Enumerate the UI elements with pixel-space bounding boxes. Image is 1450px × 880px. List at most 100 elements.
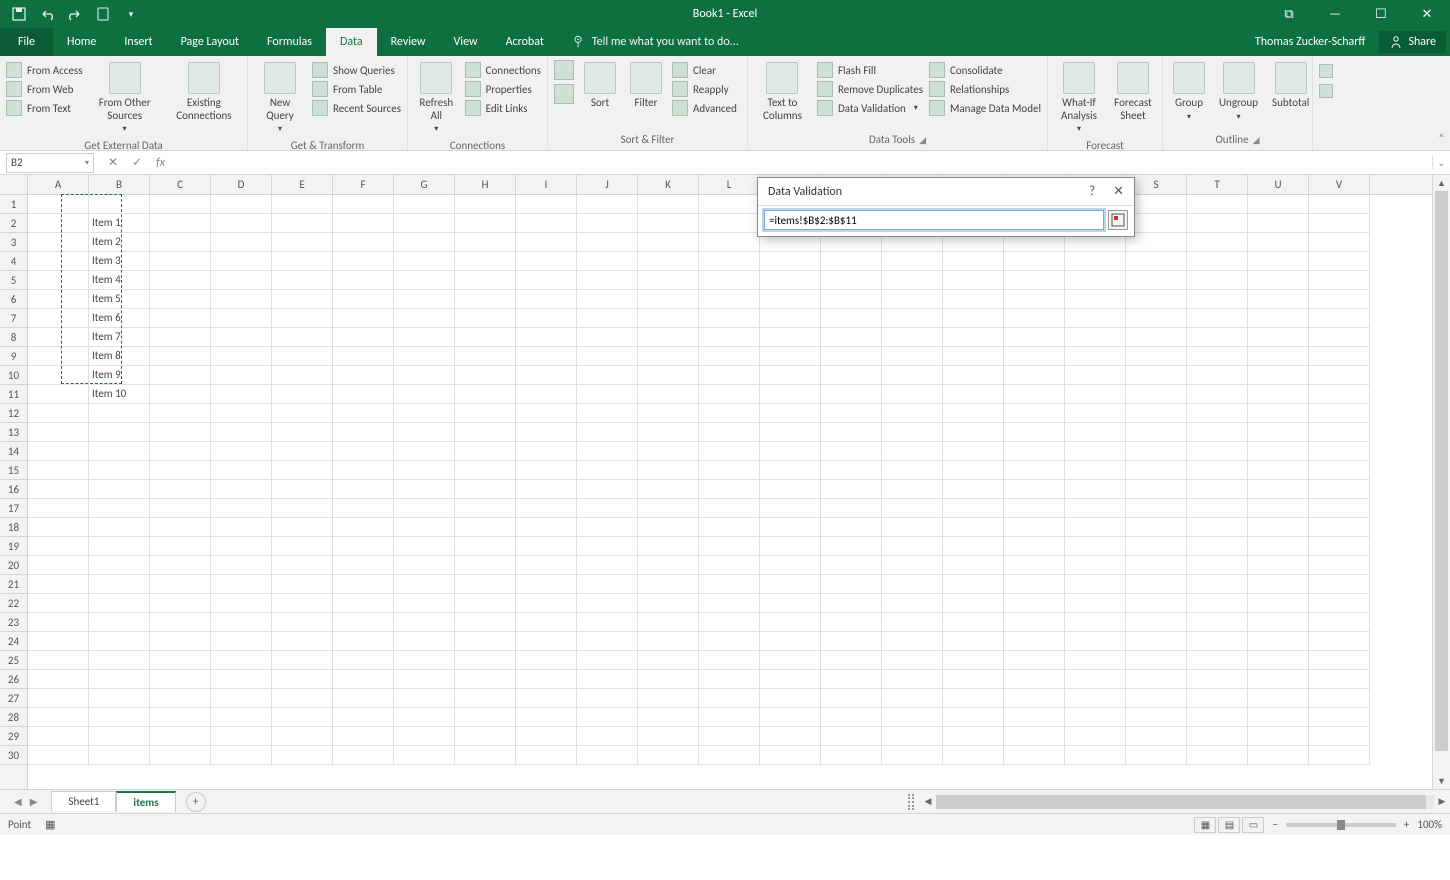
row-header-5[interactable]: 5	[0, 271, 27, 290]
cell-D26[interactable]	[211, 670, 272, 689]
row-header-7[interactable]: 7	[0, 309, 27, 328]
cell-V3[interactable]	[1309, 233, 1370, 252]
cell-P20[interactable]	[943, 556, 1004, 575]
cell-I6[interactable]	[516, 290, 577, 309]
cell-I9[interactable]	[516, 347, 577, 366]
cell-P9[interactable]	[943, 347, 1004, 366]
cell-A17[interactable]	[28, 499, 89, 518]
tab-file[interactable]: File	[0, 28, 53, 56]
cell-M20[interactable]	[760, 556, 821, 575]
cell-D10[interactable]	[211, 366, 272, 385]
cell-R24[interactable]	[1065, 632, 1126, 651]
cell-K25[interactable]	[638, 651, 699, 670]
save-icon[interactable]	[8, 3, 30, 25]
cell-J1[interactable]	[577, 195, 638, 214]
cell-M18[interactable]	[760, 518, 821, 537]
cell-G29[interactable]	[394, 727, 455, 746]
cell-B28[interactable]	[89, 708, 150, 727]
cell-C27[interactable]	[150, 689, 211, 708]
cell-P22[interactable]	[943, 594, 1004, 613]
row-header-19[interactable]: 19	[0, 537, 27, 556]
cell-U19[interactable]	[1248, 537, 1309, 556]
cell-J8[interactable]	[577, 328, 638, 347]
cell-N23[interactable]	[821, 613, 882, 632]
cell-G30[interactable]	[394, 746, 455, 765]
cell-D18[interactable]	[211, 518, 272, 537]
close-window-button[interactable]: ✕	[1404, 0, 1450, 28]
cell-M22[interactable]	[760, 594, 821, 613]
cell-H4[interactable]	[455, 252, 516, 271]
tab-review[interactable]: Review	[377, 28, 440, 56]
cell-M28[interactable]	[760, 708, 821, 727]
row-header-9[interactable]: 9	[0, 347, 27, 366]
cell-A3[interactable]	[28, 233, 89, 252]
cell-K16[interactable]	[638, 480, 699, 499]
cell-V15[interactable]	[1309, 461, 1370, 480]
row-header-6[interactable]: 6	[0, 290, 27, 309]
cell-V24[interactable]	[1309, 632, 1370, 651]
cell-B26[interactable]	[89, 670, 150, 689]
cell-F23[interactable]	[333, 613, 394, 632]
cell-P11[interactable]	[943, 385, 1004, 404]
cell-O23[interactable]	[882, 613, 943, 632]
cell-H8[interactable]	[455, 328, 516, 347]
cell-T25[interactable]	[1187, 651, 1248, 670]
cell-S7[interactable]	[1126, 309, 1187, 328]
cell-T2[interactable]	[1187, 214, 1248, 233]
sheet-tab-sheet1[interactable]: Sheet1	[51, 791, 116, 811]
cell-H13[interactable]	[455, 423, 516, 442]
cell-T11[interactable]	[1187, 385, 1248, 404]
cell-C14[interactable]	[150, 442, 211, 461]
cell-N21[interactable]	[821, 575, 882, 594]
cell-C17[interactable]	[150, 499, 211, 518]
cell-A9[interactable]	[28, 347, 89, 366]
cell-B10[interactable]: Item 9	[89, 366, 150, 385]
cell-B6[interactable]: Item 5	[89, 290, 150, 309]
cell-N4[interactable]	[821, 252, 882, 271]
cell-E17[interactable]	[272, 499, 333, 518]
cell-L14[interactable]	[699, 442, 760, 461]
cell-G6[interactable]	[394, 290, 455, 309]
cell-V23[interactable]	[1309, 613, 1370, 632]
cell-T30[interactable]	[1187, 746, 1248, 765]
cell-C15[interactable]	[150, 461, 211, 480]
cell-H28[interactable]	[455, 708, 516, 727]
row-header-16[interactable]: 16	[0, 480, 27, 499]
cell-B7[interactable]: Item 6	[89, 309, 150, 328]
cell-J6[interactable]	[577, 290, 638, 309]
cell-R21[interactable]	[1065, 575, 1126, 594]
cell-D11[interactable]	[211, 385, 272, 404]
cell-D4[interactable]	[211, 252, 272, 271]
cell-T1[interactable]	[1187, 195, 1248, 214]
cell-S26[interactable]	[1126, 670, 1187, 689]
cell-P16[interactable]	[943, 480, 1004, 499]
cell-J7[interactable]	[577, 309, 638, 328]
maximize-button[interactable]: ☐	[1358, 0, 1404, 28]
cell-K3[interactable]	[638, 233, 699, 252]
row-header-27[interactable]: 27	[0, 689, 27, 708]
cell-B8[interactable]: Item 7	[89, 328, 150, 347]
cell-G26[interactable]	[394, 670, 455, 689]
cell-Q15[interactable]	[1004, 461, 1065, 480]
col-header-L[interactable]: L	[699, 175, 760, 194]
macro-record-icon[interactable]: ▦	[45, 818, 55, 831]
cell-B18[interactable]	[89, 518, 150, 537]
cell-K4[interactable]	[638, 252, 699, 271]
cell-S30[interactable]	[1126, 746, 1187, 765]
cell-E26[interactable]	[272, 670, 333, 689]
cell-C5[interactable]	[150, 271, 211, 290]
cell-V7[interactable]	[1309, 309, 1370, 328]
cell-E21[interactable]	[272, 575, 333, 594]
scroll-right-icon[interactable]: ▶	[1434, 796, 1450, 807]
cell-E11[interactable]	[272, 385, 333, 404]
cell-H7[interactable]	[455, 309, 516, 328]
cell-I13[interactable]	[516, 423, 577, 442]
cell-E18[interactable]	[272, 518, 333, 537]
cell-V25[interactable]	[1309, 651, 1370, 670]
subtotal-button[interactable]: Subtotal	[1268, 60, 1313, 112]
cell-K12[interactable]	[638, 404, 699, 423]
cell-Q4[interactable]	[1004, 252, 1065, 271]
advanced-filter-button[interactable]: Advanced	[672, 100, 737, 116]
cell-F18[interactable]	[333, 518, 394, 537]
row-header-30[interactable]: 30	[0, 746, 27, 765]
